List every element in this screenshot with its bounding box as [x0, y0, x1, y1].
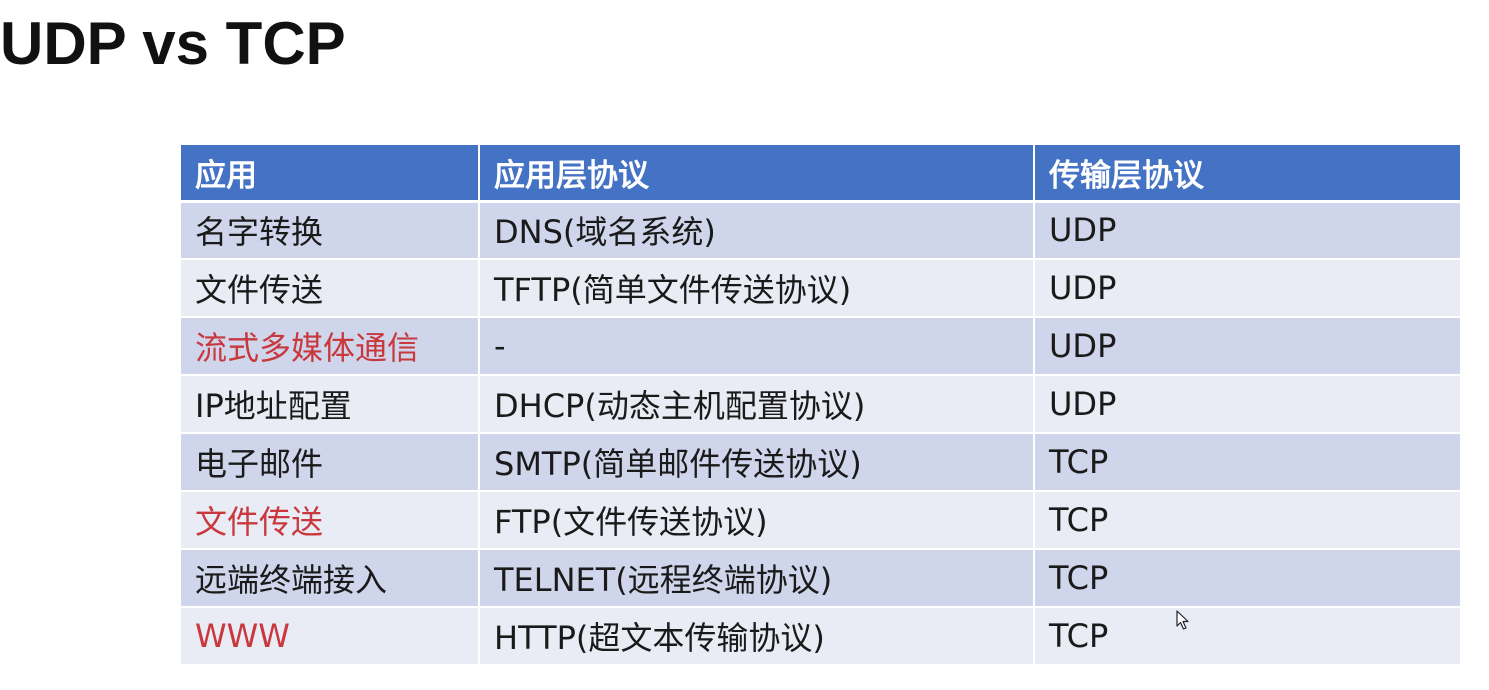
table-row: 文件传送 FTP(文件传送协议) TCP — [181, 491, 1460, 550]
header-transport-protocol: 传输层协议 — [1034, 145, 1460, 203]
cell-transport-protocol: TCP — [1034, 607, 1460, 666]
cell-transport-protocol: UDP — [1034, 201, 1460, 260]
cell-application: 文件传送 — [181, 491, 480, 550]
cell-transport-protocol: UDP — [1034, 317, 1460, 376]
cell-application-protocol: FTP(文件传送协议) — [479, 491, 1035, 550]
table-header-row: 应用 应用层协议 传输层协议 — [181, 145, 1460, 203]
cell-transport-protocol: UDP — [1034, 259, 1460, 318]
cell-application: IP地址配置 — [181, 375, 480, 434]
page-title: UDP vs TCP — [0, 10, 346, 77]
table-row: 名字转换 DNS(域名系统) UDP — [181, 201, 1460, 260]
slide: UDP vs TCP 应用 应用层协议 传输层协议 名字转换 DNS(域名系统)… — [0, 0, 1489, 690]
cell-application-protocol: HTTP(超文本传输协议) — [479, 607, 1035, 666]
table-row: WWW HTTP(超文本传输协议) TCP — [181, 607, 1460, 666]
cell-application-protocol: SMTP(简单邮件传送协议) — [479, 433, 1035, 492]
header-application-protocol: 应用层协议 — [479, 145, 1035, 203]
table-row: IP地址配置 DHCP(动态主机配置协议) UDP — [181, 375, 1460, 434]
table-row: 远端终端接入 TELNET(远程终端协议) TCP — [181, 549, 1460, 608]
protocol-table: 应用 应用层协议 传输层协议 名字转换 DNS(域名系统) UDP 文件传送 T… — [181, 145, 1460, 666]
cell-application: 文件传送 — [181, 259, 480, 318]
cell-transport-protocol: TCP — [1034, 549, 1460, 608]
mouse-pointer-icon — [1176, 610, 1189, 630]
cell-application: 电子邮件 — [181, 433, 480, 492]
cell-application-protocol: TFTP(简单文件传送协议) — [479, 259, 1035, 318]
cell-application-protocol: DHCP(动态主机配置协议) — [479, 375, 1035, 434]
table-row: 流式多媒体通信 - UDP — [181, 317, 1460, 376]
cell-application: WWW — [181, 607, 480, 666]
cell-transport-protocol: TCP — [1034, 491, 1460, 550]
cell-application: 流式多媒体通信 — [181, 317, 480, 376]
cell-application: 名字转换 — [181, 201, 480, 260]
header-application: 应用 — [181, 145, 480, 203]
cell-transport-protocol: UDP — [1034, 375, 1460, 434]
cell-application: 远端终端接入 — [181, 549, 480, 608]
cell-transport-protocol: TCP — [1034, 433, 1460, 492]
cell-application-protocol: - — [479, 317, 1035, 376]
table-row: 电子邮件 SMTP(简单邮件传送协议) TCP — [181, 433, 1460, 492]
cell-application-protocol: TELNET(远程终端协议) — [479, 549, 1035, 608]
table-row: 文件传送 TFTP(简单文件传送协议) UDP — [181, 259, 1460, 318]
cell-application-protocol: DNS(域名系统) — [479, 201, 1035, 260]
